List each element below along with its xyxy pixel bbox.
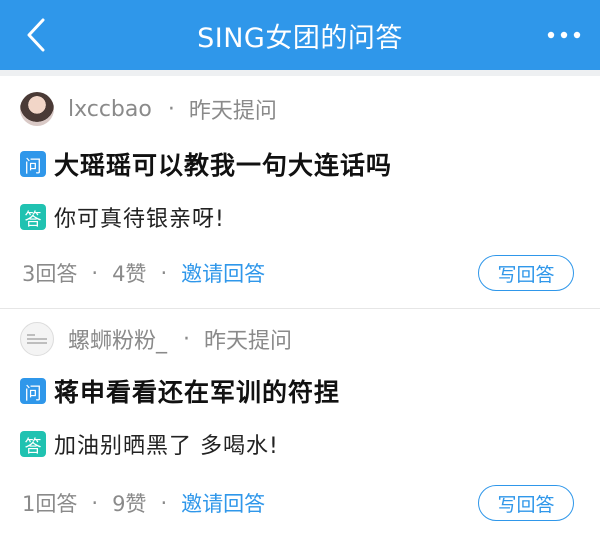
meta-row: 1回答 · 9赞 · 邀请回答 [22,488,265,518]
more-button[interactable] [542,20,586,50]
more-dots-icon [547,31,581,39]
question-row[interactable]: 问 蒋申看看还在军训的符捏 [20,373,340,409]
answer-badge: 答 [20,204,46,230]
separator-dot: · [91,491,99,515]
avatar[interactable] [20,92,54,126]
write-answer-button[interactable]: 写回答 [478,485,574,521]
invite-answer-link[interactable]: 邀请回答 [181,488,265,518]
back-button[interactable] [16,14,56,56]
avatar[interactable] [20,322,54,356]
separator-dot: · [160,491,168,515]
post-divider [0,308,600,309]
answer-badge: 答 [20,431,46,457]
ask-time: 昨天提问 [204,329,293,354]
question-badge: 问 [20,151,46,177]
question-badge: 问 [20,378,46,404]
question-text[interactable]: 蒋申看看还在军训的符捏 [54,373,340,409]
answer-count: 3回答 [22,262,78,286]
top-bar: SING女团的问答 [0,0,600,70]
answer-row[interactable]: 答 加油别晒黑了 多喝水! [20,428,279,460]
answer-text[interactable]: 你可真待银亲呀! [54,201,225,233]
user-name[interactable]: lxccbao [68,97,152,122]
page-title: SING女团的问答 [197,22,403,54]
ask-time: 昨天提问 [188,99,277,124]
invite-answer-link[interactable]: 邀请回答 [181,258,265,288]
answer-text[interactable]: 加油别晒黑了 多喝水! [54,428,279,460]
separator-dot: · [160,261,168,285]
separator-dot: · [167,96,175,122]
answer-count: 1回答 [22,492,78,516]
chevron-left-icon [27,18,45,52]
like-count: 9赞 [112,492,147,516]
header-separator [0,70,600,76]
question-row[interactable]: 问 大瑶瑶可以教我一句大连话吗 [20,146,392,182]
answer-row[interactable]: 答 你可真待银亲呀! [20,201,225,233]
post-user-row: lxccbao · 昨天提问 [20,92,277,126]
post-user-row: 螺蛳粉粉_ · 昨天提问 [20,322,292,356]
meta-row: 3回答 · 4赞 · 邀请回答 [22,258,265,288]
like-count: 4赞 [112,262,147,286]
user-name[interactable]: 螺蛳粉粉_ [68,323,167,355]
separator-dot: · [183,326,191,352]
question-text[interactable]: 大瑶瑶可以教我一句大连话吗 [54,146,392,182]
avatar-text-icon [27,334,47,344]
write-answer-button[interactable]: 写回答 [478,255,574,291]
separator-dot: · [91,261,99,285]
